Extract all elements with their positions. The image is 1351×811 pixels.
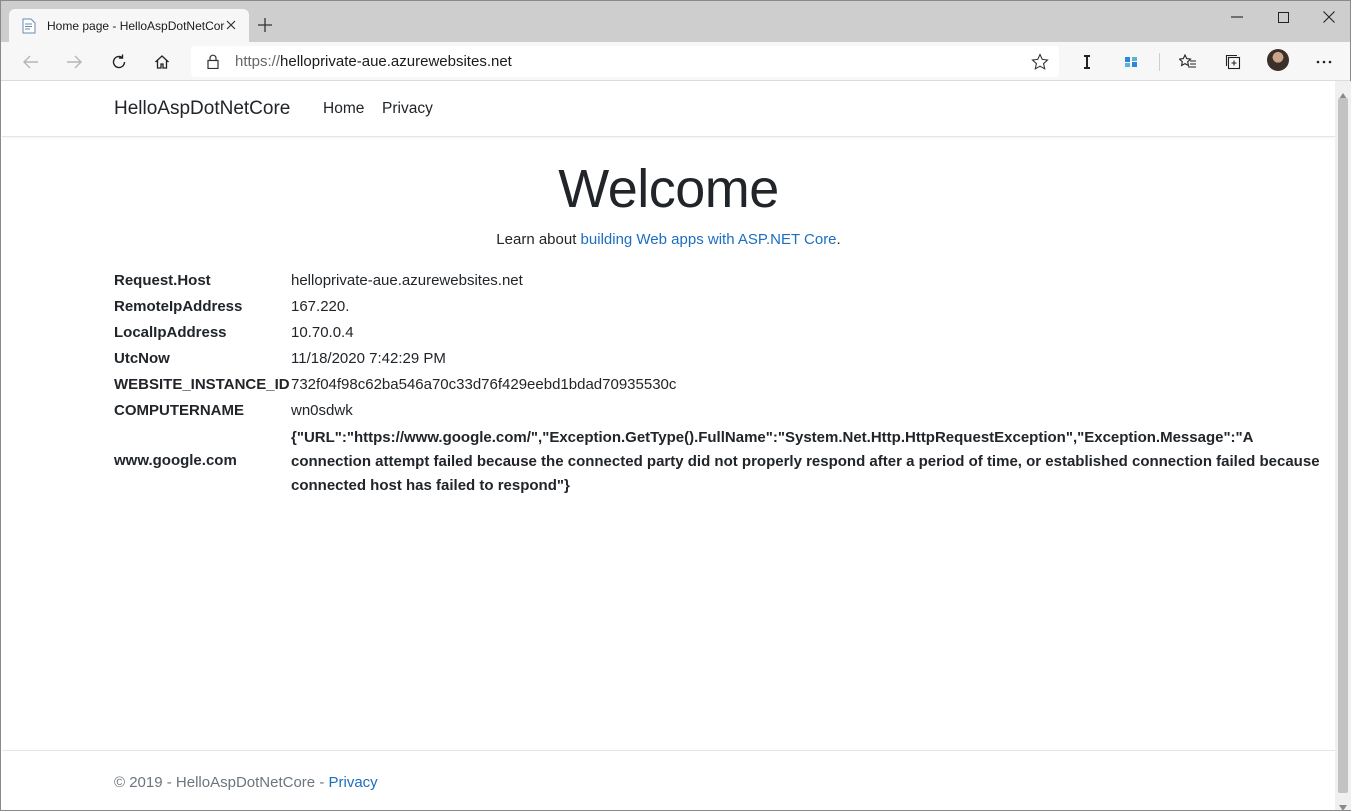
- favorites-icon[interactable]: [1175, 49, 1201, 75]
- nav-home-link[interactable]: Home: [323, 100, 364, 118]
- browser-window: Home page - HelloAspDotNetCore https://h…: [0, 0, 1351, 811]
- info-value: wn0sdwk: [291, 402, 353, 419]
- info-key: LocalIpAddress: [114, 324, 227, 341]
- info-value: 732f04f98c62ba546a70c33d76f429eebd1bdad7…: [291, 376, 677, 393]
- aspnet-docs-link[interactable]: building Web apps with ASP.NET Core: [581, 231, 837, 248]
- info-value: 167.220.: [291, 298, 350, 315]
- title-bar: Home page - HelloAspDotNetCore: [1, 1, 1350, 42]
- browser-tab[interactable]: Home page - HelloAspDotNetCore: [9, 9, 249, 42]
- star-icon[interactable]: [1031, 53, 1049, 71]
- close-window-icon[interactable]: [1306, 5, 1351, 29]
- learn-prefix: Learn about: [496, 231, 581, 248]
- home-icon[interactable]: [149, 49, 175, 75]
- info-value: 11/18/2020 7:42:29 PM: [291, 350, 446, 367]
- footer-copyright: © 2019 - HelloAspDotNetCore -: [114, 774, 329, 791]
- scroll-up-icon[interactable]: [1339, 86, 1347, 99]
- learn-about-text: Learn about building Web apps with ASP.N…: [2, 231, 1335, 248]
- page-viewport: HelloAspDotNetCore Home Privacy Welcome …: [2, 81, 1335, 810]
- info-key: UtcNow: [114, 350, 170, 367]
- info-key: COMPUTERNAME: [114, 402, 244, 419]
- more-icon[interactable]: [1311, 49, 1337, 75]
- avatar[interactable]: [1267, 49, 1289, 71]
- lock-icon[interactable]: [205, 54, 221, 70]
- site-brand-link[interactable]: HelloAspDotNetCore: [114, 98, 290, 120]
- info-key: RemoteIpAddress: [114, 298, 243, 315]
- vertical-scrollbar[interactable]: [1335, 81, 1351, 811]
- forward-arrow-icon[interactable]: [61, 49, 87, 75]
- url-host: helloprivate-aue.azurewebsites.net: [280, 53, 512, 70]
- address-bar[interactable]: https://helloprivate-aue.azurewebsites.n…: [191, 46, 1059, 77]
- browser-toolbar: https://helloprivate-aue.azurewebsites.n…: [1, 42, 1350, 81]
- info-value: helloprivate-aue.azurewebsites.net: [291, 272, 523, 289]
- site-footer: © 2019 - HelloAspDotNetCore - Privacy: [2, 750, 1335, 810]
- url-text: https://helloprivate-aue.azurewebsites.n…: [235, 53, 512, 70]
- back-arrow-icon[interactable]: [18, 49, 44, 75]
- page-title: Welcome: [558, 159, 779, 219]
- minimize-icon[interactable]: [1214, 5, 1260, 29]
- site-navbar: HelloAspDotNetCore Home Privacy: [2, 81, 1335, 137]
- learn-suffix: .: [836, 231, 841, 248]
- maximize-icon[interactable]: [1260, 5, 1306, 29]
- toolbar-divider: [1159, 53, 1160, 71]
- google-key: www.google.com: [114, 452, 237, 469]
- scroll-down-icon[interactable]: [1339, 798, 1347, 811]
- nav-privacy-link[interactable]: Privacy: [382, 100, 433, 118]
- refresh-icon[interactable]: [106, 49, 132, 75]
- tab-title: Home page - HelloAspDotNetCore: [47, 18, 225, 33]
- tab-close-icon[interactable]: [223, 17, 239, 33]
- extension-icon[interactable]: [1118, 49, 1144, 75]
- new-tab-icon[interactable]: [255, 15, 275, 35]
- info-key: WEBSITE_INSTANCE_ID: [114, 376, 290, 393]
- collections-icon[interactable]: [1220, 49, 1246, 75]
- footer-privacy-link[interactable]: Privacy: [328, 774, 377, 791]
- info-value: 10.70.0.4: [291, 324, 354, 341]
- info-key: Request.Host: [114, 272, 211, 289]
- page-favicon-icon: [21, 18, 37, 34]
- immersive-reader-icon[interactable]: [1074, 49, 1100, 75]
- footer-text: © 2019 - HelloAspDotNetCore - Privacy: [114, 774, 378, 791]
- scrollbar-thumb[interactable]: [1338, 98, 1348, 793]
- url-scheme: https://: [235, 53, 281, 70]
- google-result-value: {"URL":"https://www.google.com/","Except…: [291, 429, 1320, 494]
